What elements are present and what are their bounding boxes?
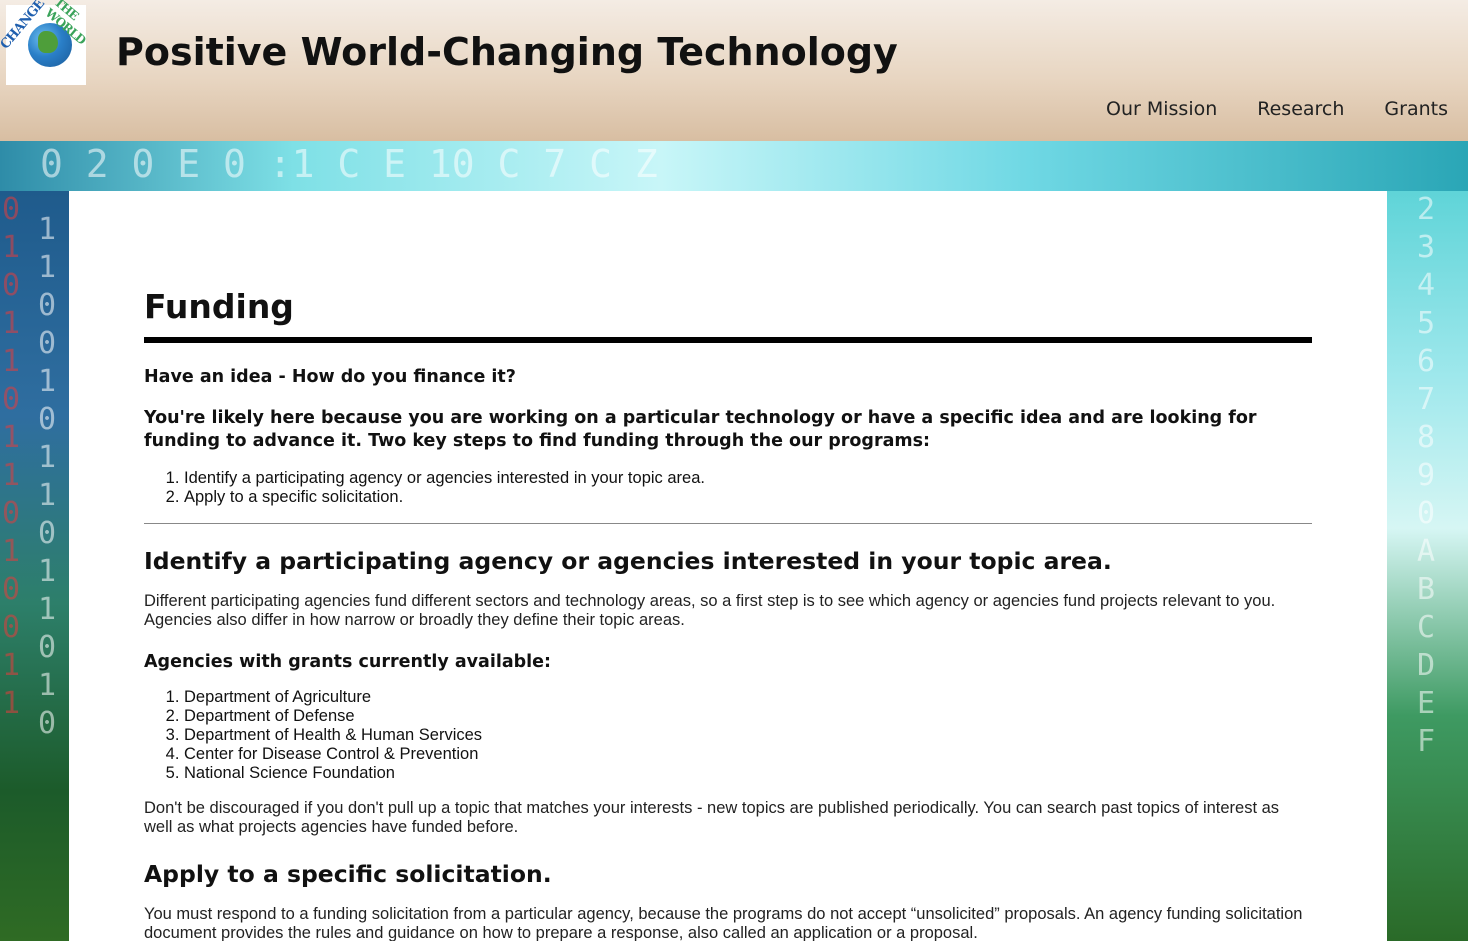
nav-grants[interactable]: Grants (1384, 98, 1448, 120)
background-digits-right: 234567890ABCDEF (1417, 192, 1436, 759)
background-left-strip: 01011011010011 11001011011010 (0, 191, 69, 941)
background-digits-left-2: 11001011011010 (38, 212, 57, 741)
content-panel: Funding Have an idea - How do you financ… (69, 191, 1387, 941)
change-the-world-logo[interactable]: CHANGE THE WORLD (0, 0, 88, 85)
steps-list: Identify a participating agency or agenc… (144, 469, 1312, 507)
agencies-subheading: Agencies with grants currently available… (144, 652, 552, 672)
nav-research[interactable]: Research (1257, 98, 1344, 120)
section-heading-identify: Identify a participating agency or agenc… (144, 547, 1112, 575)
list-item: Department of Health & Human Services (184, 726, 1312, 745)
list-item: Department of Agriculture (184, 688, 1312, 707)
section-note: Don't be discouraged if you don't pull u… (144, 799, 1280, 836)
background-banner-strip: 0 2 0 E 0 :1 C E 10 C 7 C Z (0, 141, 1468, 191)
intro-paragraph: You're likely here because you are worki… (144, 408, 1257, 451)
list-item: National Science Foundation (184, 764, 1312, 783)
site-title[interactable]: Positive World-Changing Technology (116, 30, 898, 74)
section-paragraph: You must respond to a funding solicitati… (144, 905, 1303, 941)
globe-land-shape (38, 31, 58, 53)
section-heading-apply: Apply to a specific solicitation. (144, 860, 552, 888)
section-paragraph: Different participating agencies fund di… (144, 592, 1276, 629)
section-divider (144, 523, 1312, 524)
main-nav: Our Mission Research Grants (1106, 98, 1448, 120)
site-header: CHANGE THE WORLD Positive World-Changing… (0, 0, 1468, 141)
background-digits-top: 0 2 0 E 0 :1 C E 10 C 7 C Z (40, 142, 658, 186)
list-item: Department of Defense (184, 707, 1312, 726)
list-item: Identify a participating agency or agenc… (184, 469, 1312, 488)
list-item: Center for Disease Control & Prevention (184, 745, 1312, 764)
list-item: Apply to a specific solicitation. (184, 488, 1312, 507)
background-digits-left: 01011011010011 (2, 192, 21, 721)
agencies-list: Department of Agriculture Department of … (144, 688, 1312, 783)
intro-question: Have an idea - How do you finance it? (144, 367, 516, 387)
background-right-strip: 234567890ABCDEF (1387, 191, 1468, 941)
title-divider (144, 337, 1312, 343)
nav-our-mission[interactable]: Our Mission (1106, 98, 1217, 120)
page-title: Funding (144, 287, 294, 326)
main-content: Funding Have an idea - How do you financ… (144, 287, 1312, 941)
